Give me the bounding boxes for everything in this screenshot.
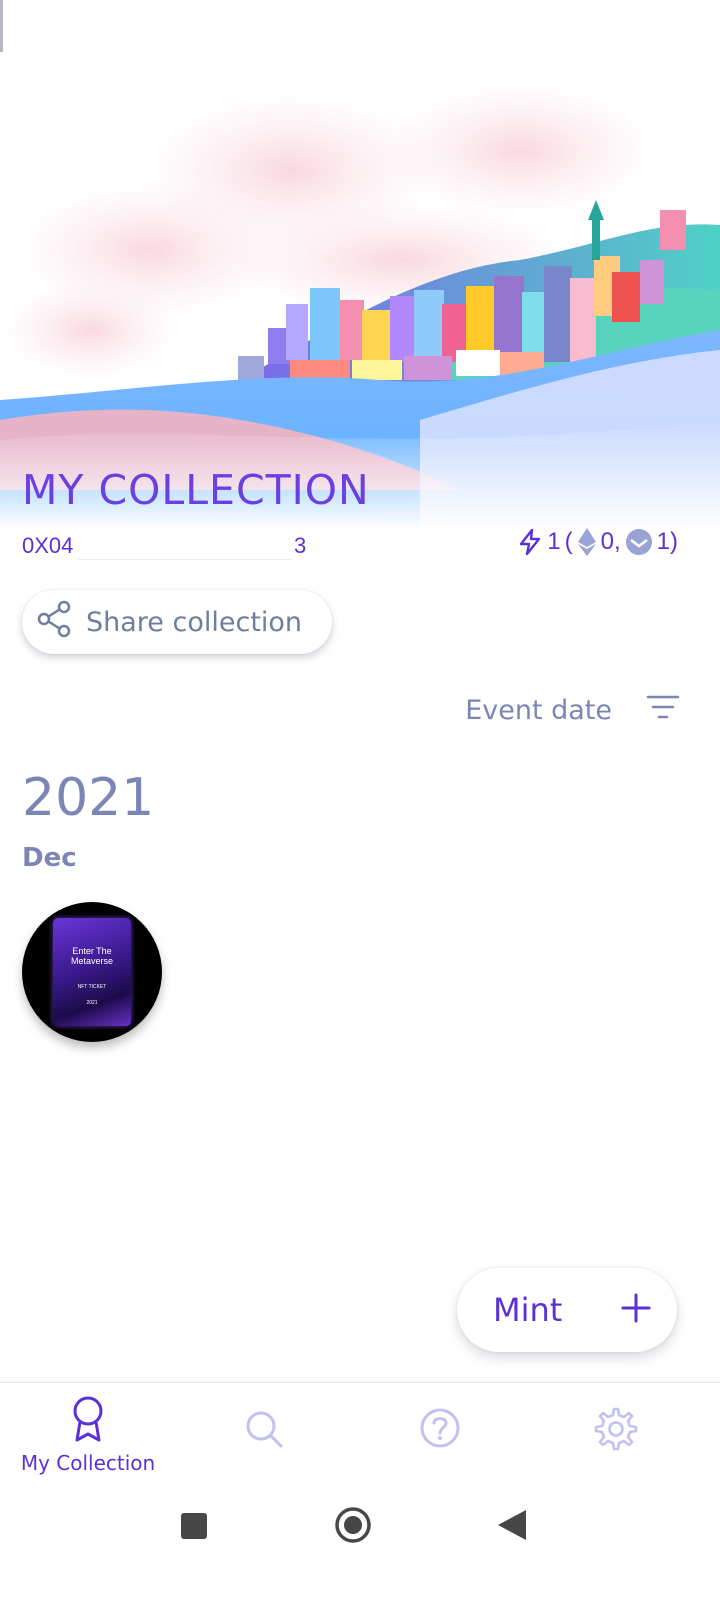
bolt-icon bbox=[517, 528, 543, 556]
status-bar-indicator bbox=[0, 0, 3, 52]
share-icon bbox=[34, 599, 74, 646]
nft-token-thumbnail[interactable]: Enter The Metaverse NFT TICKET 2021 bbox=[22, 902, 162, 1042]
share-button-label: Share collection bbox=[86, 606, 303, 638]
nav-item-help[interactable] bbox=[352, 1383, 528, 1483]
system-navigation-bar bbox=[0, 1482, 720, 1600]
nft-poster-title-line2: Metaverse bbox=[70, 956, 114, 966]
ethereum-icon bbox=[577, 527, 597, 557]
bottom-navigation: My Collection bbox=[0, 1382, 720, 1482]
nft-poster-year: 2021 bbox=[86, 1000, 98, 1006]
address-redaction bbox=[78, 532, 292, 560]
award-icon bbox=[70, 1395, 106, 1447]
nav-label-my-collection: My Collection bbox=[20, 1451, 156, 1475]
nft-poster-title: Enter The Metaverse bbox=[53, 946, 131, 966]
share-collection-button[interactable]: Share collection bbox=[22, 590, 332, 654]
nft-poster-subtitle: NFT TICKET bbox=[77, 984, 107, 990]
hero-illustration bbox=[0, 60, 720, 530]
page-title: MY COLLECTION bbox=[22, 466, 370, 514]
search-icon bbox=[244, 1409, 284, 1453]
filter-lines-icon[interactable] bbox=[646, 694, 680, 727]
help-icon bbox=[419, 1407, 461, 1453]
nav-item-my-collection[interactable]: My Collection bbox=[0, 1383, 176, 1483]
collection-stats: 1 ( 0, 1) bbox=[517, 526, 678, 558]
address-prefix: 0X04 bbox=[22, 533, 74, 558]
sort-label: Event date bbox=[465, 694, 612, 726]
home-icon[interactable] bbox=[334, 1506, 372, 1548]
back-icon[interactable] bbox=[496, 1508, 528, 1546]
open-paren: ( bbox=[564, 528, 573, 555]
mint-button[interactable]: Mint bbox=[457, 1268, 677, 1352]
plus-icon bbox=[621, 1290, 651, 1330]
timeline-month: Dec bbox=[22, 843, 77, 873]
total-count: 1 bbox=[547, 528, 561, 555]
recent-apps-icon[interactable] bbox=[180, 1512, 208, 1544]
timeline-year: 2021 bbox=[22, 768, 155, 828]
nft-poster-title-line1: Enter The bbox=[72, 946, 112, 956]
wallet-address: 0X04 3 bbox=[22, 532, 306, 560]
address-suffix: 3 bbox=[294, 533, 307, 558]
nft-poster: Enter The Metaverse NFT TICKET 2021 bbox=[53, 918, 131, 1026]
nav-item-search[interactable] bbox=[176, 1383, 352, 1483]
ethereum-count: 0, bbox=[600, 528, 621, 555]
settings-icon bbox=[594, 1407, 638, 1455]
gnosis-icon bbox=[625, 528, 653, 556]
gnosis-count: 1) bbox=[656, 528, 678, 555]
nav-item-settings[interactable] bbox=[528, 1383, 704, 1483]
sort-control[interactable]: Event date bbox=[465, 690, 680, 730]
mint-button-label: Mint bbox=[493, 1291, 563, 1329]
